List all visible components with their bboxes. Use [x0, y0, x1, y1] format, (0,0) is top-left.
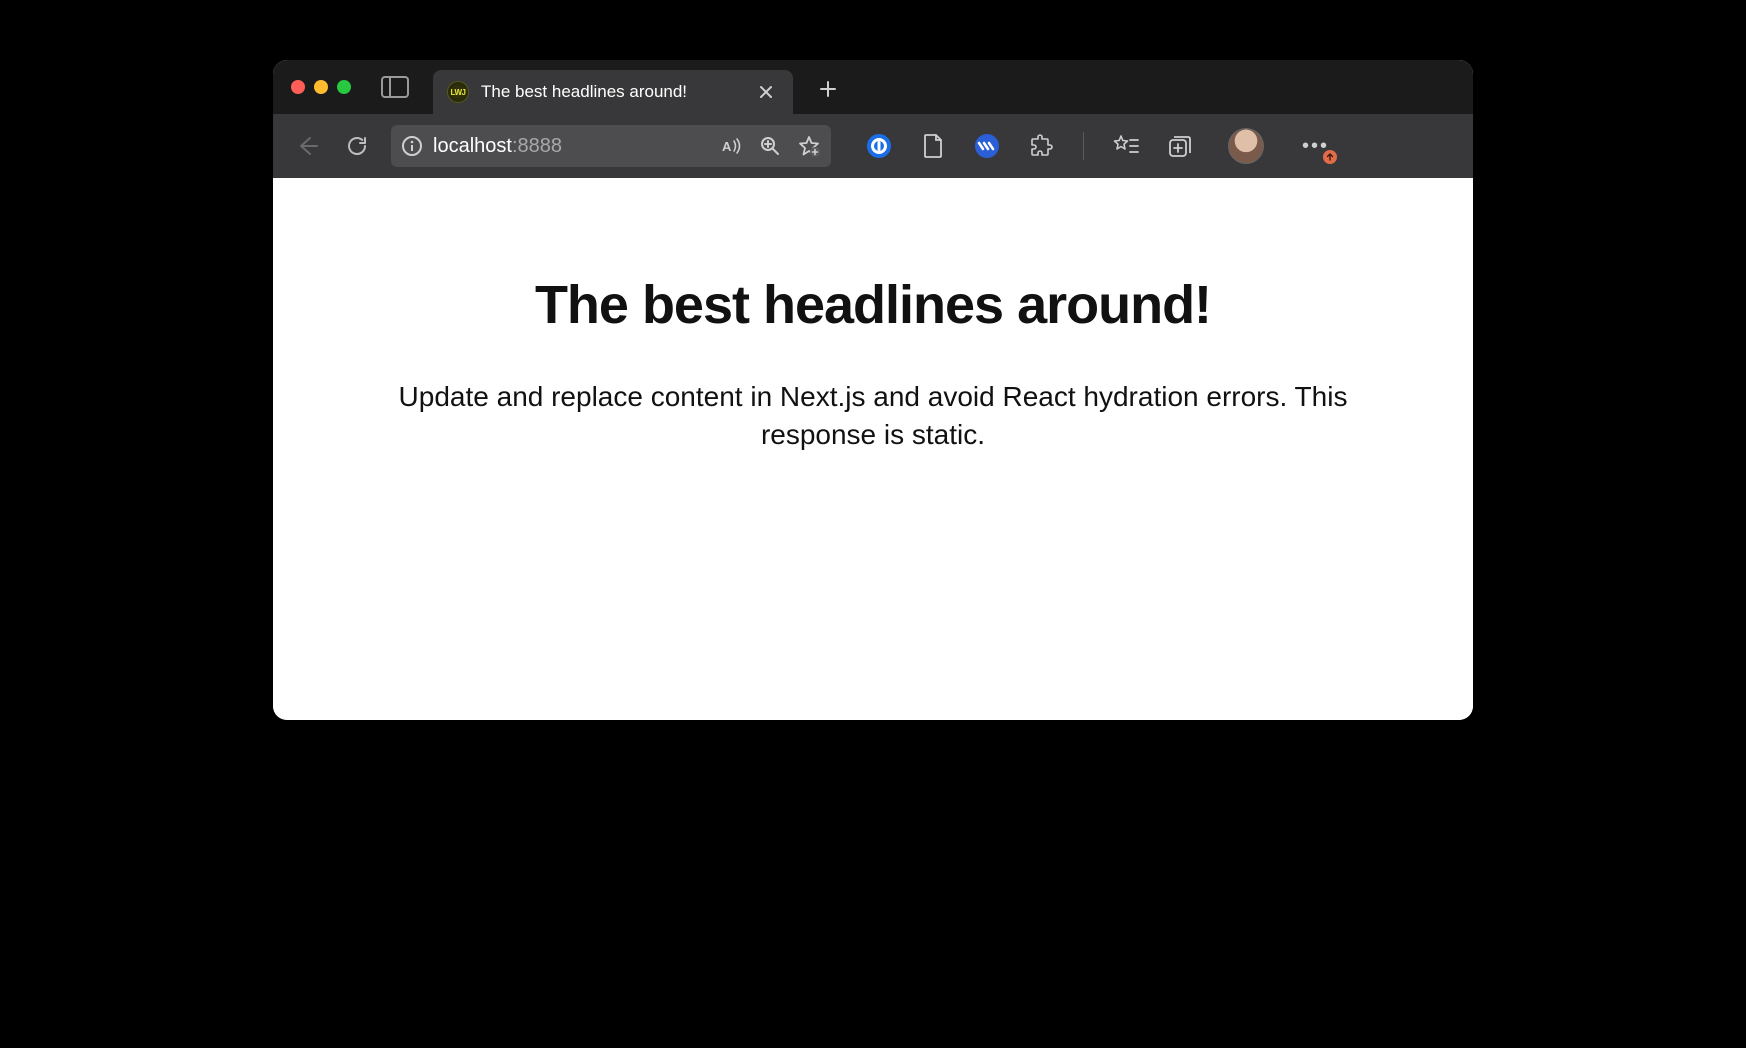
window-maximize-button[interactable] — [337, 80, 351, 94]
url-host: localhost — [433, 135, 512, 158]
page-content: The best headlines around! Update and re… — [273, 178, 1473, 720]
tab-close-button[interactable] — [759, 85, 779, 99]
read-aloud-icon[interactable]: A — [721, 135, 743, 157]
window-controls — [291, 80, 351, 94]
stripes-extension-icon[interactable] — [973, 132, 1001, 160]
url-port: :8888 — [512, 135, 562, 158]
sidebar-toggle-icon[interactable] — [381, 76, 409, 98]
update-badge-icon — [1323, 150, 1337, 164]
collections-icon[interactable] — [1166, 132, 1194, 160]
back-button[interactable] — [291, 130, 323, 162]
browser-toolbar: localhost:8888 A — [273, 114, 1473, 178]
refresh-button[interactable] — [341, 130, 373, 162]
window-minimize-button[interactable] — [314, 80, 328, 94]
window-close-button[interactable] — [291, 80, 305, 94]
zoom-icon[interactable] — [759, 135, 781, 157]
toolbar-divider — [1083, 132, 1084, 160]
favorites-list-icon[interactable] — [1112, 132, 1140, 160]
page-body-text: Update and replace content in Next.js an… — [343, 378, 1403, 454]
more-menu-button[interactable]: ••• — [1302, 135, 1329, 158]
address-bar[interactable]: localhost:8888 A — [391, 125, 831, 167]
extensions-puzzle-icon[interactable] — [1027, 132, 1055, 160]
document-extension-icon[interactable] — [919, 132, 947, 160]
site-info-icon[interactable] — [401, 135, 423, 157]
url-display: localhost:8888 — [433, 135, 562, 158]
browser-tab[interactable]: LWJ The best headlines around! — [433, 70, 793, 114]
browser-window: LWJ The best headlines around! localhost… — [273, 60, 1473, 720]
new-tab-button[interactable] — [819, 80, 837, 98]
svg-text:A: A — [722, 139, 732, 154]
favicon-icon: LWJ — [447, 81, 469, 103]
tab-strip: LWJ The best headlines around! — [273, 60, 1473, 114]
favorites-add-icon[interactable] — [797, 134, 821, 158]
onepassword-extension-icon[interactable] — [865, 132, 893, 160]
profile-avatar[interactable] — [1228, 128, 1264, 164]
extension-icons: ••• — [865, 128, 1329, 164]
page-heading: The best headlines around! — [273, 274, 1473, 336]
tab-title: The best headlines around! — [481, 82, 747, 102]
